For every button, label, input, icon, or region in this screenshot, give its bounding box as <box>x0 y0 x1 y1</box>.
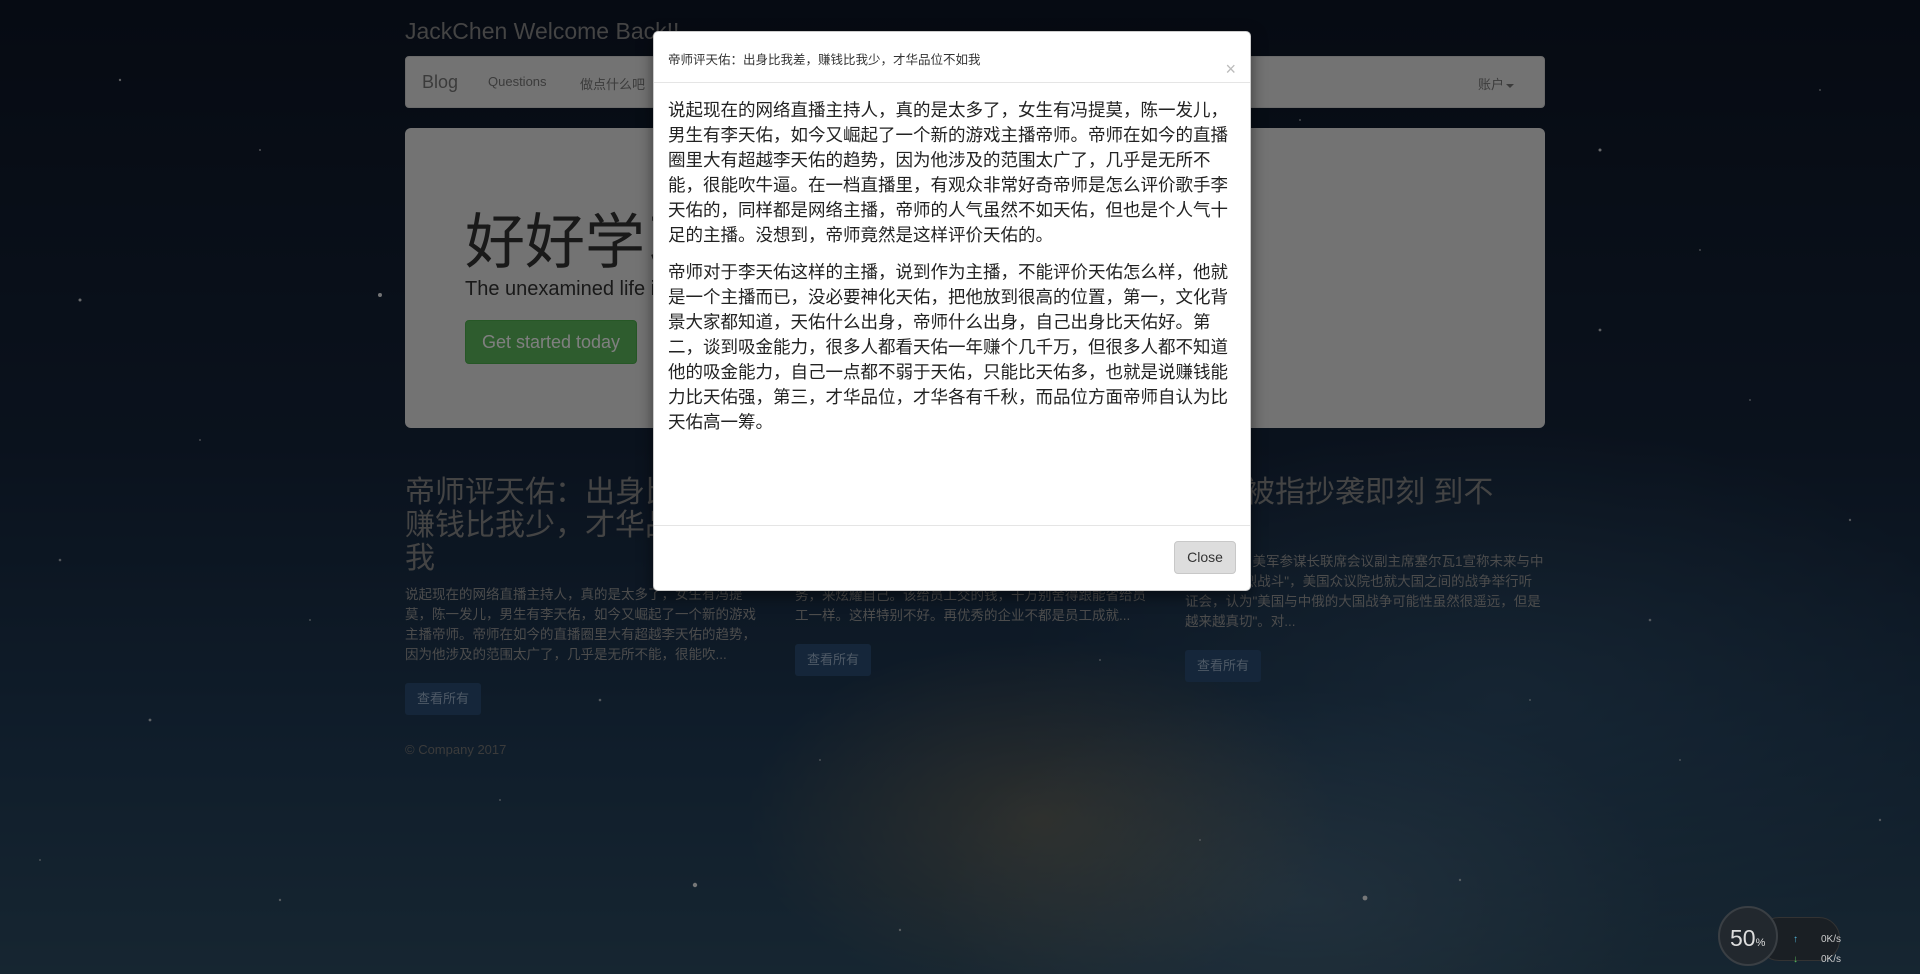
close-button[interactable]: Close <box>1174 541 1236 574</box>
usage-percent: 50% <box>1730 925 1765 952</box>
article-modal: 帝师评天佑：出身比我差，赚钱比我少，才华品位不如我 × 说起现在的网络直播主持人… <box>653 31 1251 591</box>
close-icon[interactable]: × <box>1225 60 1236 78</box>
usage-percent-unit: % <box>1755 937 1766 949</box>
download-speed: 0K/s <box>1821 954 1842 965</box>
memory-usage-gauge: 50% <box>1718 906 1778 966</box>
usage-percent-value: 50 <box>1730 925 1756 951</box>
network-speed-widget[interactable]: ↑ 0K/s ↓ 0K/s 50% <box>1718 906 1842 968</box>
modal-body: 说起现在的网络直播主持人，真的是太多了，女生有冯提莫，陈一发儿，男生有李天佑，如… <box>668 98 1228 447</box>
download-arrow-icon: ↓ <box>1793 954 1798 965</box>
upload-speed: 0K/s <box>1821 934 1842 945</box>
modal-paragraph: 说起现在的网络直播主持人，真的是太多了，女生有冯提莫，陈一发儿，男生有李天佑，如… <box>668 100 1228 245</box>
upload-arrow-icon: ↑ <box>1793 934 1798 945</box>
modal-header: 帝师评天佑：出身比我差，赚钱比我少，才华品位不如我 × <box>654 32 1250 83</box>
modal-paragraph: 帝师对于李天佑这样的主播，说到作为主播，不能评价天佑怎么样，他就是一个主播而已，… <box>668 262 1228 432</box>
modal-title: 帝师评天佑：出身比我差，赚钱比我少，才华品位不如我 <box>668 53 981 67</box>
modal-footer: Close <box>654 525 1250 590</box>
